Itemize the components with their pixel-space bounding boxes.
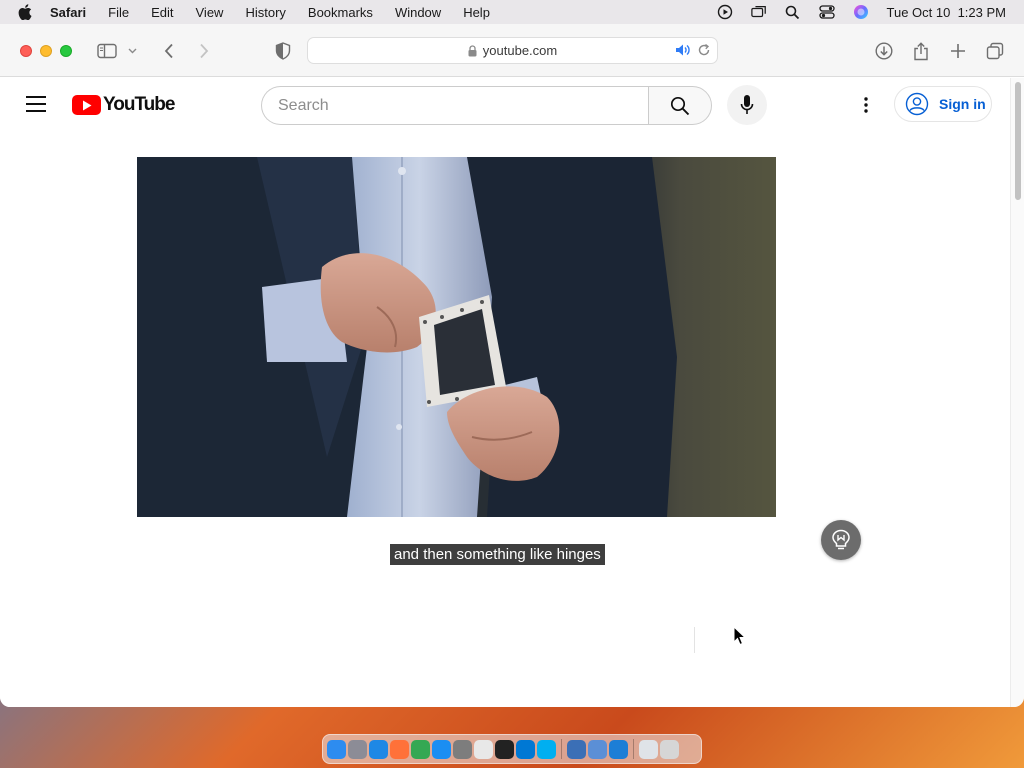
new-tab-icon[interactable]: [948, 41, 968, 61]
youtube-page: YouTube Search Sign in and then somethin…: [0, 78, 1010, 707]
safari-icon[interactable]: [369, 739, 388, 759]
youtube-wordmark: YouTube: [103, 94, 175, 115]
menu-view[interactable]: View: [196, 5, 224, 20]
address-bar[interactable]: youtube.com: [307, 37, 718, 64]
video-frame-image: [137, 157, 776, 517]
display-mirror-icon[interactable]: [750, 4, 767, 20]
menu-edit[interactable]: Edit: [151, 5, 173, 20]
vscode-icon[interactable]: [516, 739, 535, 759]
youtube-play-logo-icon: [72, 95, 101, 115]
window-controls: [20, 45, 72, 57]
sidebar-toggle-icon[interactable]: [97, 41, 117, 61]
launchpad-icon[interactable]: [348, 739, 367, 759]
microphone-icon: [740, 95, 754, 114]
textedit-icon[interactable]: [474, 739, 493, 759]
lock-icon: [468, 44, 477, 57]
menu-help[interactable]: Help: [463, 5, 490, 20]
terminal-icon[interactable]: [495, 739, 514, 759]
app-store-icon[interactable]: [432, 739, 451, 759]
spotlight-search-icon[interactable]: [785, 4, 801, 20]
account-icon: [905, 92, 929, 116]
dock-separator: [561, 739, 562, 759]
close-window-button[interactable]: [20, 45, 32, 57]
migration-assistant-icon[interactable]: [567, 739, 586, 759]
search-icon: [670, 96, 690, 115]
sign-in-button[interactable]: Sign in: [894, 86, 992, 122]
browser-toolbar: youtube.com: [0, 24, 1024, 77]
downloads-folder-icon[interactable]: [639, 739, 658, 759]
minimize-window-button[interactable]: [40, 45, 52, 57]
skype-icon[interactable]: [537, 739, 556, 759]
share-icon[interactable]: [911, 41, 931, 61]
guide-menu-icon[interactable]: [26, 96, 46, 112]
firefox-icon[interactable]: [390, 739, 409, 759]
system-settings-icon[interactable]: [453, 739, 472, 759]
search-input[interactable]: Search: [261, 86, 649, 125]
trash-icon[interactable]: [660, 739, 679, 759]
finder-icon[interactable]: [327, 739, 346, 759]
menu-app-name[interactable]: Safari: [50, 5, 86, 20]
menu-window[interactable]: Window: [395, 5, 441, 20]
privacy-shield-icon[interactable]: [273, 41, 293, 61]
downloads-icon[interactable]: [874, 41, 894, 61]
menu-bookmarks[interactable]: Bookmarks: [308, 5, 373, 20]
sign-in-label: Sign in: [939, 96, 986, 112]
chrome-icon[interactable]: [411, 739, 430, 759]
dock-separator: [633, 739, 634, 759]
sidebar-menu-chevron-icon[interactable]: [126, 41, 138, 61]
scrollbar-thumb[interactable]: [1015, 82, 1021, 200]
control-center-icon[interactable]: [818, 4, 835, 20]
lightbulb-extension-icon[interactable]: [821, 520, 861, 560]
voice-search-button[interactable]: [727, 85, 767, 125]
safari-window: youtube.com YouTube Search Sign in and t…: [0, 24, 1024, 707]
screen-sharing-icon[interactable]: [588, 739, 607, 759]
tab-overview-icon[interactable]: [985, 41, 1005, 61]
url-text: youtube.com: [482, 43, 558, 58]
search-button[interactable]: [648, 86, 712, 125]
apple-menu-icon[interactable]: [18, 4, 36, 20]
speaker-audio-icon[interactable]: [675, 43, 691, 60]
youtube-logo[interactable]: YouTube: [72, 94, 175, 116]
video-player[interactable]: [137, 157, 776, 517]
search-placeholder: Search: [278, 96, 329, 114]
mouse-cursor-icon: [733, 625, 747, 651]
menu-file[interactable]: File: [108, 5, 129, 20]
back-icon[interactable]: [159, 41, 179, 61]
zoom-window-button[interactable]: [60, 45, 72, 57]
menu-history[interactable]: History: [245, 5, 285, 20]
page-scrollbar[interactable]: [1010, 78, 1024, 707]
menu-clock[interactable]: Tue Oct 10 1:23 PM: [887, 5, 1006, 20]
dock: [322, 734, 702, 764]
video-caption: and then something like hinges: [390, 544, 605, 565]
menu-bar: Safari File Edit View History Bookmarks …: [0, 0, 1024, 24]
screen-record-icon[interactable]: [717, 4, 733, 20]
reload-icon[interactable]: [697, 43, 711, 60]
forward-icon[interactable]: [194, 41, 214, 61]
divider-line: [694, 627, 695, 653]
xcode-icon[interactable]: [609, 739, 628, 759]
settings-more-icon[interactable]: [856, 95, 876, 115]
siri-icon[interactable]: [853, 4, 869, 20]
